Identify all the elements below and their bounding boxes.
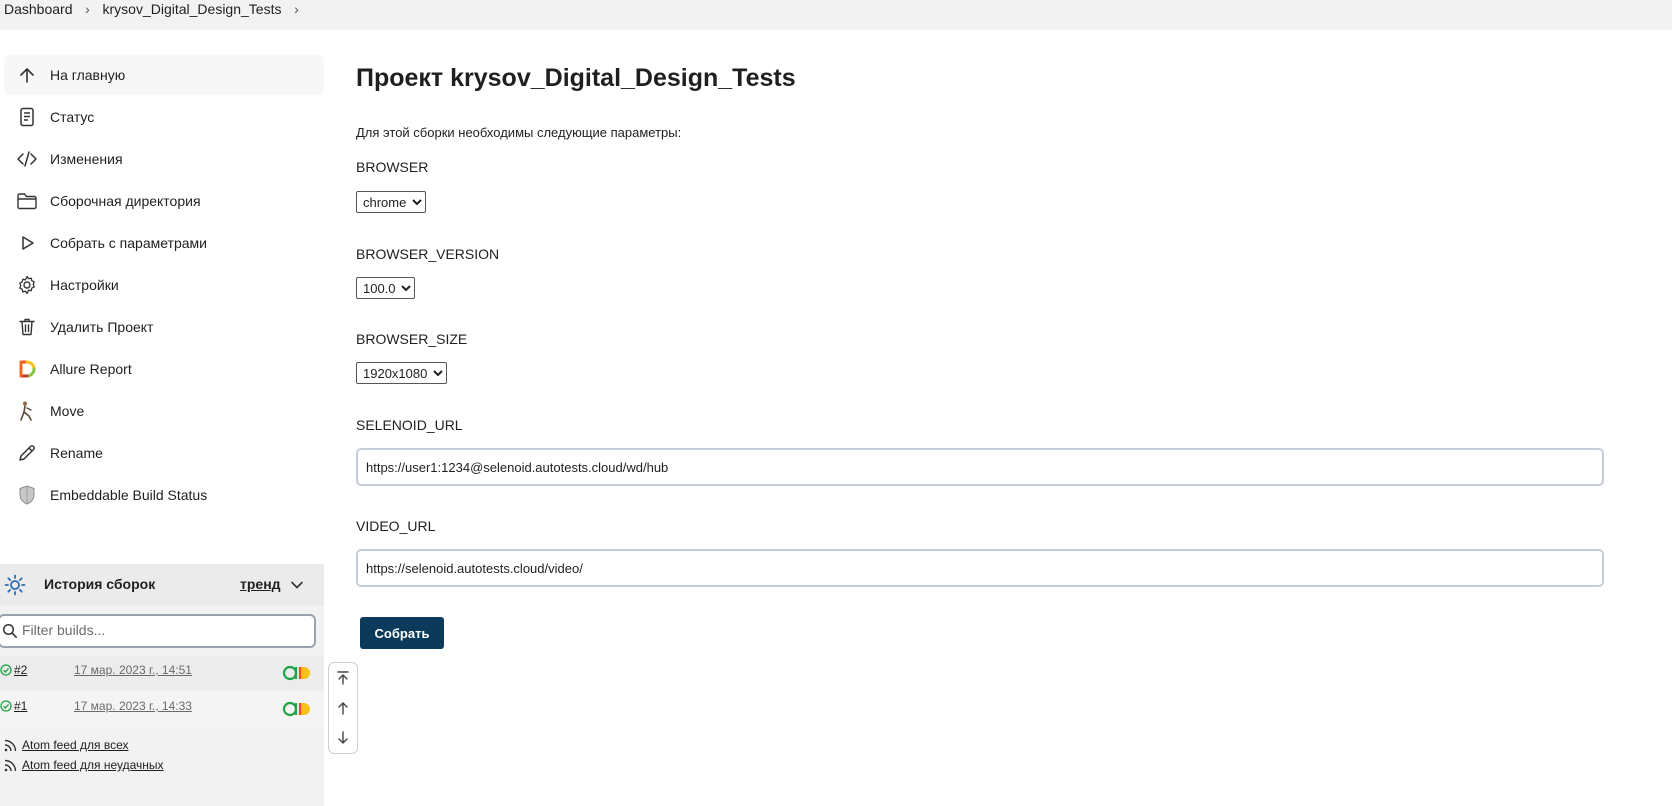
sidebar-item-workspace[interactable]: Сборочная директория [4, 181, 324, 221]
arrow-up-icon [16, 64, 38, 86]
filter-builds-input[interactable] [22, 622, 302, 638]
build-row[interactable]: #1 17 мар. 2023 г., 14:33 [0, 692, 324, 726]
sidebar-item-label: Rename [50, 445, 103, 461]
sidebar-item-home[interactable]: На главную [4, 55, 324, 95]
sidebar-item-changes[interactable]: Изменения [4, 139, 324, 179]
browser-select[interactable]: chrome [356, 191, 426, 213]
sidebar-item-label: Сборочная директория [50, 193, 201, 209]
browser-size-select[interactable]: 1920x1080 [356, 362, 447, 384]
atom-feed-all-label: Atom feed для всех [22, 738, 129, 752]
chevron-right-icon: › [85, 1, 90, 17]
build-history-panel: История сборок тренд #2 17 мар. 2023 г.,… [0, 564, 324, 806]
param-label-browser-version: BROWSER_VERSION [356, 246, 500, 262]
sidebar-item-label: На главную [50, 67, 126, 83]
sidebar-item-status[interactable]: Статус [4, 97, 324, 137]
folder-icon [16, 190, 38, 212]
breadcrumb-dashboard[interactable]: Dashboard [4, 1, 73, 17]
params-description: Для этой сборки необходимы следующие пар… [356, 125, 682, 140]
trash-icon [16, 316, 38, 338]
gear-icon [16, 274, 38, 296]
breadcrumb-project[interactable]: krysov_Digital_Design_Tests [103, 1, 282, 17]
param-label-selenoid-url: SELENOID_URL [356, 417, 463, 433]
sidebar-item-move[interactable]: Move [4, 391, 324, 431]
atom-feed-failed-link[interactable]: Atom feed для неудачных [4, 758, 164, 772]
allure-icon [16, 358, 38, 380]
param-label-browser-size: BROWSER_SIZE [356, 331, 468, 347]
success-check-icon [0, 663, 12, 681]
rss-icon [4, 759, 17, 775]
shield-icon [16, 484, 38, 506]
code-icon [16, 148, 38, 170]
pencil-icon [16, 442, 38, 464]
sidebar-item-label: Статус [50, 109, 95, 125]
chevron-right-icon[interactable]: › [281, 1, 311, 17]
selenoid-url-input[interactable] [356, 448, 1604, 486]
sidebar-item-label: Allure Report [50, 361, 132, 377]
sidebar-item-build-with-params[interactable]: Собрать с параметрами [4, 223, 324, 263]
document-icon [16, 106, 38, 128]
chevron-down-icon[interactable] [290, 578, 304, 596]
sidebar-item-allure-report[interactable]: Allure Report [4, 349, 324, 389]
trend-link[interactable]: тренд [240, 576, 281, 592]
success-check-icon [0, 699, 12, 717]
page-title: Проект krysov_Digital_Design_Tests [356, 64, 796, 92]
atom-feed-failed-label: Atom feed для неудачных [22, 758, 164, 772]
sidebar-item-label: Удалить Проект [50, 319, 154, 335]
allure-report-icon[interactable] [282, 701, 314, 722]
build-number-link[interactable]: #2 [14, 663, 27, 677]
sidebar-item-settings[interactable]: Настройки [4, 265, 324, 305]
scroll-down-button[interactable] [329, 723, 357, 753]
scroll-up-button[interactable] [329, 693, 357, 723]
rss-icon [4, 739, 17, 755]
sidebar-item-embeddable-build-status[interactable]: Embeddable Build Status [4, 475, 324, 515]
play-icon [16, 232, 38, 254]
scroll-controls [328, 662, 358, 754]
atom-feed-all-link[interactable]: Atom feed для всех [4, 738, 129, 752]
scroll-to-top-button[interactable] [329, 663, 357, 693]
video-url-input[interactable] [356, 549, 1604, 587]
sidebar-item-rename[interactable]: Rename [4, 433, 324, 473]
build-row[interactable]: #2 17 мар. 2023 г., 14:51 [0, 656, 324, 690]
filter-builds-field [0, 614, 316, 648]
build-history-title: История сборок [44, 576, 156, 592]
build-date-link[interactable]: 17 мар. 2023 г., 14:51 [74, 663, 192, 677]
sidebar-item-delete-project[interactable]: Удалить Проект [4, 307, 324, 347]
build-number-link[interactable]: #1 [14, 699, 27, 713]
allure-report-icon[interactable] [282, 665, 314, 686]
param-label-browser: BROWSER [356, 159, 429, 175]
sidebar-item-label: Embeddable Build Status [50, 487, 208, 503]
build-date-link[interactable]: 17 мар. 2023 г., 14:33 [74, 699, 192, 713]
sidebar-item-label: Собрать с параметрами [50, 235, 207, 251]
build-button[interactable]: Собрать [360, 617, 444, 649]
param-label-video-url: VIDEO_URL [356, 518, 436, 534]
sun-icon [4, 574, 26, 601]
search-icon [2, 623, 18, 644]
move-icon [16, 400, 38, 422]
browser-version-select[interactable]: 100.0 [356, 277, 415, 299]
build-history-header: История сборок тренд [0, 564, 324, 606]
sidebar-item-label: Move [50, 403, 85, 419]
sidebar-item-label: Изменения [50, 151, 123, 167]
breadcrumb: Dashboard › krysov_Digital_Design_Tests … [0, 0, 1672, 30]
sidebar-item-label: Настройки [50, 277, 119, 293]
